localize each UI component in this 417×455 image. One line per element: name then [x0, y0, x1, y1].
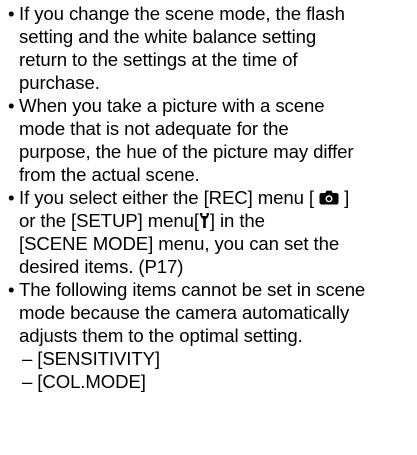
note-unsettable-items: The following items cannot be set in sce… — [8, 278, 413, 393]
note-line: mode that is not adequate for the — [19, 118, 289, 139]
camera-icon — [319, 190, 339, 205]
note-line: desired items. (P17) — [19, 256, 184, 277]
note-line: purchase. — [19, 72, 100, 93]
note-line: If you change the scene mode, the flash — [19, 3, 345, 24]
rec-menu-text: If you select either the [REC] menu [ — [19, 187, 314, 208]
note-line: When you take a picture with a scene — [19, 95, 325, 116]
notes-list: If you change the scene mode, the flash … — [8, 2, 413, 393]
sub-item-col-mode: – [COL.MODE] — [22, 371, 146, 392]
setup-menu-close: ] in the — [209, 210, 265, 231]
note-scene-mode-reset: If you change the scene mode, the flash … — [8, 2, 413, 94]
rec-menu-close: ] — [344, 187, 350, 208]
note-line: The following items cannot be set in sce… — [19, 279, 366, 300]
note-line: mode because the camera automatically — [19, 302, 350, 323]
note-line: If you select either the [REC] menu [ ] — [19, 186, 413, 209]
wrench-icon — [199, 212, 210, 229]
setup-menu-text: or the [SETUP] menu[ — [19, 210, 199, 231]
note-menu-settings: If you select either the [REC] menu [ ] … — [8, 186, 413, 278]
note-line: [SCENE MODE] menu, you can set the — [19, 233, 340, 254]
note-line: from the actual scene. — [19, 164, 200, 185]
note-line: setting and the white balance setting — [19, 26, 317, 47]
note-line: or the [SETUP] menu[ ] in the — [19, 209, 413, 232]
note-line: adjusts them to the optimal setting. — [19, 325, 303, 346]
note-hue-difference: When you take a picture with a scene mod… — [8, 94, 413, 186]
manual-page: If you change the scene mode, the flash … — [0, 0, 417, 455]
sub-item-sensitivity: – [SENSITIVITY] — [22, 348, 160, 369]
note-line: purpose, the hue of the picture may diff… — [19, 141, 354, 162]
note-line: return to the settings at the time of — [19, 49, 298, 70]
